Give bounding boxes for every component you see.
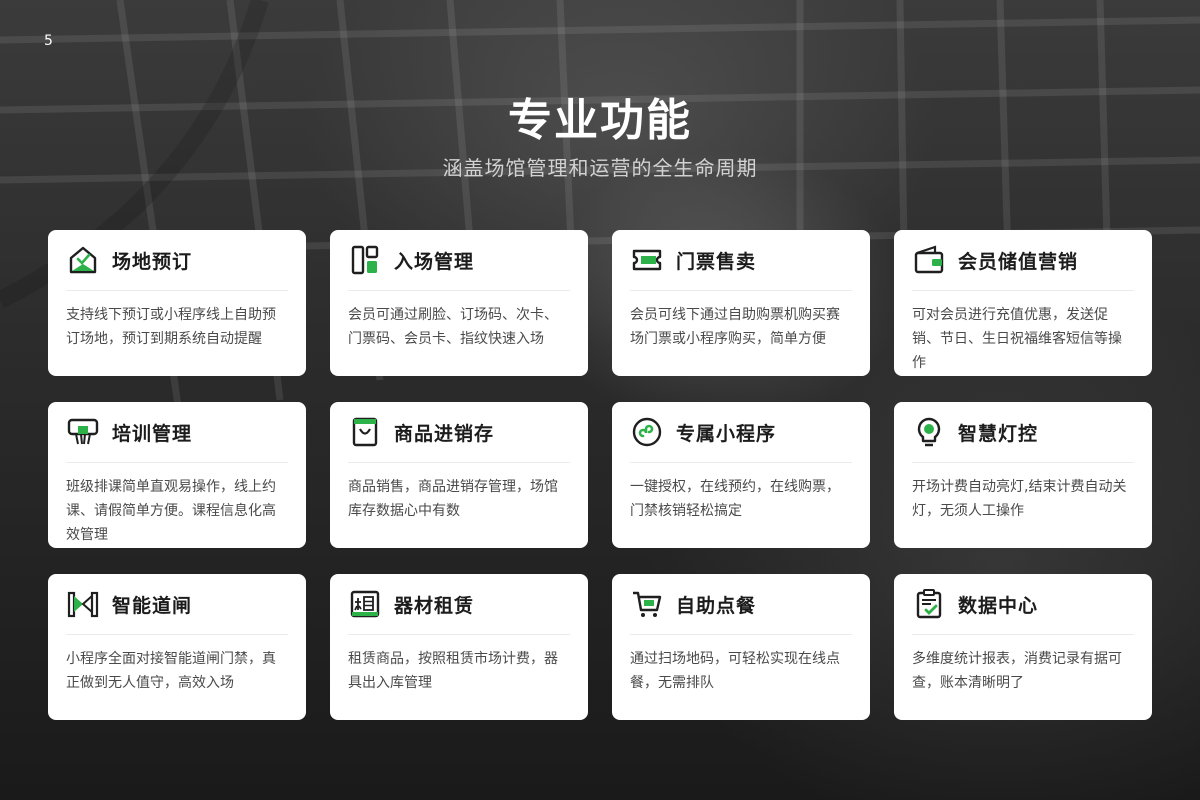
ticket-icon xyxy=(630,243,664,277)
card-description: 商品销售，商品进销存管理，场馆库存数据心中有数 xyxy=(348,479,558,519)
card-header: 自助点餐 xyxy=(630,574,852,635)
card-header: 商品进销存 xyxy=(348,402,570,463)
card-header: 培训管理 xyxy=(66,402,288,463)
card-description: 一键授权，在线预约，在线购票，门禁核销轻松搞定 xyxy=(630,479,840,519)
card-description: 租赁商品，按照租赁市场计费，器具出入库管理 xyxy=(348,651,558,691)
page-subtitle: 涵盖场馆管理和运营的全生命周期 xyxy=(442,156,758,180)
card-header: 器材租赁 xyxy=(348,574,570,635)
feature-card-self-ordering[interactable]: 自助点餐 通过扫场地码，可轻松实现在线点餐，无需排队 xyxy=(612,574,870,720)
card-header: 智慧灯控 xyxy=(912,402,1134,463)
page-number: 5 xyxy=(44,33,53,49)
card-header: 门票售卖 xyxy=(630,230,852,291)
card-description: 多维度统计报表，消费记录有据可查，账本清晰明了 xyxy=(912,651,1122,691)
card-description: 开场计费自动亮灯,结束计费自动关灯，无须人工操作 xyxy=(912,479,1127,519)
shopping-cart-icon xyxy=(630,587,664,621)
mini-program-icon xyxy=(630,415,664,449)
rent-icon xyxy=(348,587,382,621)
clipboard-check-icon xyxy=(912,587,946,621)
card-title: 自助点餐 xyxy=(676,594,757,617)
card-header: 入场管理 xyxy=(348,230,570,291)
feature-card-smart-lighting[interactable]: 智慧灯控 开场计费自动亮灯,结束计费自动关灯，无须人工操作 xyxy=(894,402,1152,548)
training-board-icon xyxy=(66,415,100,449)
feature-grid: 场地预订 支持线下预订或小程序线上自助预订场地，预订到期系统自动提醒 入场管理 … xyxy=(48,230,1152,720)
shopping-bag-icon xyxy=(348,415,382,449)
card-description: 通过扫场地码，可轻松实现在线点餐，无需排队 xyxy=(630,651,840,691)
card-description: 会员可线下通过自助购票机购买赛场门票或小程序购买，简单方便 xyxy=(630,307,840,347)
card-title: 培训管理 xyxy=(112,422,193,445)
card-description: 小程序全面对接智能道闸门禁，真正做到无人值守，高效入场 xyxy=(66,651,276,691)
entry-management-icon xyxy=(348,243,382,277)
card-header: 会员储值营销 xyxy=(912,230,1134,291)
page-title: 专业功能 xyxy=(508,95,692,146)
feature-card-data-center[interactable]: 数据中心 多维度统计报表，消费记录有据可查，账本清晰明了 xyxy=(894,574,1152,720)
feature-card-inventory[interactable]: 商品进销存 商品销售，商品进销存管理，场馆库存数据心中有数 xyxy=(330,402,588,548)
card-description: 班级排课简单直观易操作，线上约课、请假简单方便。课程信息化高效管理 xyxy=(66,479,276,543)
card-title: 智能道闸 xyxy=(112,594,193,617)
card-title: 智慧灯控 xyxy=(958,422,1039,445)
card-header: 数据中心 xyxy=(912,574,1134,635)
feature-card-equipment-rental[interactable]: 器材租赁 租赁商品，按照租赁市场计费，器具出入库管理 xyxy=(330,574,588,720)
card-description: 可对会员进行充值优惠，发送促销、节日、生日祝福维客短信等操作 xyxy=(912,307,1122,371)
card-title: 器材租赁 xyxy=(394,594,475,617)
card-title: 会员储值营销 xyxy=(958,250,1079,273)
card-title: 场地预订 xyxy=(112,250,193,273)
card-header: 场地预订 xyxy=(66,230,288,291)
card-description: 会员可通过刷脸、订场码、次卡、门票码、会员卡、指纹快速入场 xyxy=(348,307,558,347)
card-description: 支持线下预订或小程序线上自助预订场地，预订到期系统自动提醒 xyxy=(66,307,276,347)
feature-card-mini-program[interactable]: 专属小程序 一键授权，在线预约，在线购票，门禁核销轻松搞定 xyxy=(612,402,870,548)
feature-card-ticket-sales[interactable]: 门票售卖 会员可线下通过自助购票机购买赛场门票或小程序购买，简单方便 xyxy=(612,230,870,376)
feature-card-entry-management[interactable]: 入场管理 会员可通过刷脸、订场码、次卡、门票码、会员卡、指纹快速入场 xyxy=(330,230,588,376)
feature-card-training[interactable]: 培训管理 班级排课简单直观易操作，线上约课、请假简单方便。课程信息化高效管理 xyxy=(48,402,306,548)
card-header: 智能道闸 xyxy=(66,574,288,635)
card-title: 商品进销存 xyxy=(394,422,495,445)
feature-card-venue-booking[interactable]: 场地预订 支持线下预订或小程序线上自助预订场地，预订到期系统自动提醒 xyxy=(48,230,306,376)
card-header: 专属小程序 xyxy=(630,402,852,463)
light-bulb-icon xyxy=(912,415,946,449)
card-title: 门票售卖 xyxy=(676,250,757,273)
wallet-icon xyxy=(912,243,946,277)
card-title: 专属小程序 xyxy=(676,422,777,445)
feature-card-member-marketing[interactable]: 会员储值营销 可对会员进行充值优惠，发送促销、节日、生日祝福维客短信等操作 xyxy=(894,230,1152,376)
card-title: 入场管理 xyxy=(394,250,475,273)
feature-card-smart-gate[interactable]: 智能道闸 小程序全面对接智能道闸门禁，真正做到无人值守，高效入场 xyxy=(48,574,306,720)
venue-booking-icon xyxy=(66,243,100,277)
turnstile-gate-icon xyxy=(66,587,100,621)
card-title: 数据中心 xyxy=(958,594,1039,617)
